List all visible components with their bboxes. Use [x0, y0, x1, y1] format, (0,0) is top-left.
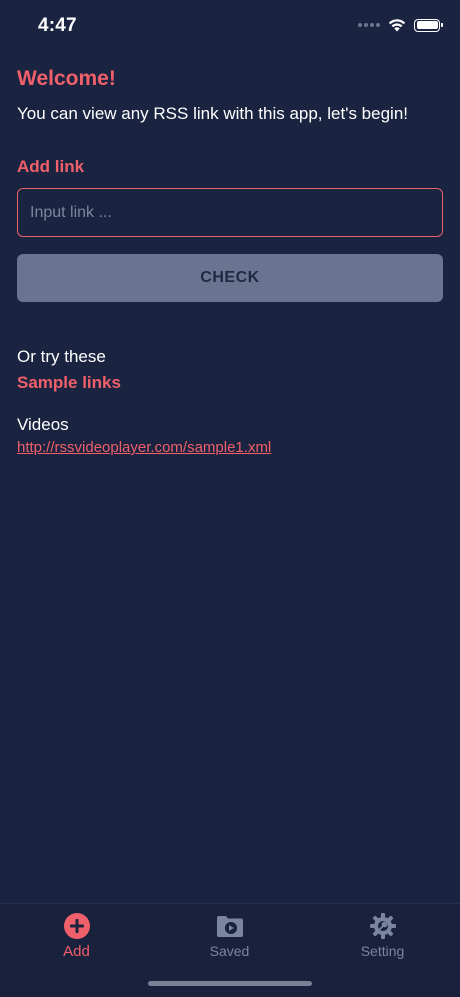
battery-icon — [414, 18, 443, 32]
add-link-label: Add link — [17, 157, 85, 176]
sample-category-videos: Videos — [17, 415, 69, 434]
status-icons — [358, 18, 443, 32]
check-button[interactable]: CHECK — [17, 254, 443, 302]
sample-links-title: Sample links — [17, 373, 121, 392]
tab-saved[interactable]: Saved — [153, 911, 306, 959]
video-folder-icon — [215, 911, 245, 941]
wifi-icon — [388, 19, 406, 32]
welcome-title: Welcome! — [17, 67, 116, 90]
link-input[interactable] — [17, 188, 443, 237]
tab-setting-label: Setting — [360, 943, 405, 959]
home-indicator[interactable] — [148, 981, 312, 986]
welcome-text: You can view any RSS link with this app,… — [17, 104, 408, 123]
or-try-text: Or try these — [17, 347, 106, 366]
tab-add[interactable]: Add — [0, 911, 153, 960]
tab-setting[interactable]: Setting — [306, 911, 459, 959]
tab-saved-label: Saved — [209, 943, 250, 959]
status-time: 4:47 — [38, 15, 77, 36]
plus-circle-icon — [62, 911, 92, 941]
tab-add-label: Add — [63, 943, 90, 960]
status-bar: 4:47 — [0, 0, 460, 56]
gear-icon — [368, 911, 398, 941]
sample-link-url[interactable]: http://rssvideoplayer.com/sample1.xml — [17, 439, 271, 456]
cellular-signal-icon — [358, 23, 380, 27]
